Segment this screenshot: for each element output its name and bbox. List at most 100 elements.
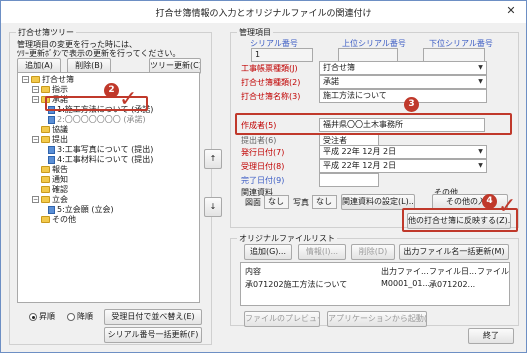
- folder-icon: [41, 216, 50, 223]
- table-row[interactable]: 承071202施工方法について M0001_01... 承071202...: [241, 277, 509, 289]
- close-button[interactable]: 終了: [468, 328, 514, 344]
- file-delete-button[interactable]: 削除(D): [351, 244, 395, 260]
- related-photo-value: なし: [312, 195, 337, 209]
- collapse-icon[interactable]: −: [32, 196, 39, 203]
- file-add-button[interactable]: 追加(G)...: [244, 244, 292, 260]
- original-files-heading: オリジナルファイルリスト: [237, 233, 337, 244]
- collapse-icon[interactable]: −: [22, 76, 29, 83]
- tree-node-shiji[interactable]: − 指示: [32, 85, 68, 95]
- folder-icon: [41, 126, 50, 133]
- col-header-content[interactable]: 内容: [245, 266, 261, 277]
- meeting-kind-select[interactable]: 承諾 ▼: [319, 75, 487, 89]
- col-header-output[interactable]: 出力ファイ...: [381, 266, 429, 277]
- sort-desc-option[interactable]: 降順: [67, 311, 93, 322]
- tree-node-doc-2[interactable]: 2:〇〇〇〇〇〇〇 (承諾): [48, 115, 146, 125]
- issue-date-label: 発行日付(7): [241, 148, 285, 157]
- tree-node-label: 報告: [52, 165, 68, 174]
- collapse-icon[interactable]: −: [32, 136, 39, 143]
- sort-by-date-button[interactable]: 受理日付で並べ替え(E): [104, 309, 202, 325]
- radio-checked-icon[interactable]: [29, 312, 37, 321]
- tree-node-label: 2:〇〇〇〇〇〇〇 (承諾): [57, 115, 146, 124]
- form-type-select[interactable]: 打合せ簿 ▼: [319, 61, 487, 75]
- folder-icon: [41, 196, 50, 203]
- document-icon: [48, 205, 55, 214]
- receipt-date-label: 受理日付(8): [241, 162, 285, 171]
- tree-node-label: 確認: [52, 185, 68, 194]
- meeting-kind-value: 承諾: [323, 77, 339, 86]
- folder-icon: [31, 76, 40, 83]
- related-drawing-label: 図面: [245, 198, 261, 207]
- tree-node-tachiai[interactable]: − 立会: [32, 195, 68, 205]
- callout-3-badge: 3: [404, 97, 419, 112]
- launch-app-button[interactable]: アプリケーションから起動(O): [327, 311, 427, 327]
- folder-icon: [41, 176, 50, 183]
- tree-node-label: 立会: [52, 195, 68, 204]
- document-icon: [48, 145, 55, 154]
- calendar-dropdown-icon[interactable]: ▼: [476, 147, 485, 157]
- title-bar: 打合せ簿情報の入力とオリジナルファイルの関連付け ✕: [1, 1, 526, 23]
- tree-node-label: 通知: [52, 175, 68, 184]
- callout-3-highlight: [235, 113, 512, 135]
- cell-content: 承071202施工方法について: [245, 280, 348, 289]
- tree-node-label: 協議: [52, 125, 68, 134]
- receipt-date-value: 平成 22年 12月 2日: [323, 161, 397, 170]
- folder-icon: [41, 136, 50, 143]
- chevron-down-icon[interactable]: ▼: [476, 77, 485, 87]
- receipt-date-field[interactable]: 平成 22年 12月 2日 ▼: [319, 159, 487, 173]
- related-drawing-value: なし: [264, 195, 289, 209]
- tree-node-label: その他: [52, 215, 76, 224]
- checkmark-icon: ✓: [498, 194, 517, 219]
- complete-date-label: 完了日付(9): [241, 176, 285, 185]
- tree-node-label: 3:工事写真について (提出): [57, 145, 154, 154]
- tree-node-label: 打合せ簿: [42, 75, 74, 84]
- tree-node-label: 5:立会願 (立会): [57, 205, 114, 214]
- meeting-kind-label: 打合せ簿種類(2): [241, 78, 301, 87]
- chevron-down-icon[interactable]: ▼: [476, 63, 485, 73]
- callout-2-badge: 2: [104, 83, 119, 98]
- callout-4-badge: 4: [482, 194, 497, 209]
- window-title: 打合せ簿情報の入力とオリジナルファイルの関連付け: [155, 9, 372, 19]
- folder-icon: [41, 166, 50, 173]
- checkmark-icon: ✓: [119, 87, 138, 112]
- related-photo-label: 写真: [293, 198, 309, 207]
- tree-node-doc-3[interactable]: 3:工事写真について (提出): [48, 145, 153, 155]
- meeting-name-label: 打合せ簿名称(3): [241, 92, 301, 101]
- col-header-file[interactable]: ファイル...: [477, 266, 509, 277]
- rename-all-button[interactable]: 出力ファイル名一括更新(M): [399, 244, 509, 260]
- tree-node-tsuuchi[interactable]: 通知: [32, 175, 68, 185]
- tree-node-kakunin[interactable]: 確認: [32, 185, 68, 195]
- sort-asc-label: 昇順: [39, 312, 55, 321]
- document-icon: [48, 155, 55, 164]
- mgmt-heading: 管理項目: [237, 27, 273, 38]
- move-down-button[interactable]: ↓: [204, 197, 222, 217]
- meeting-name-field[interactable]: 施工方法について: [319, 89, 487, 103]
- col-header-filedate[interactable]: ファイル日...: [429, 266, 477, 277]
- sort-asc-option[interactable]: 昇順: [29, 311, 55, 322]
- sort-desc-label: 降順: [77, 312, 93, 321]
- tree-node-root[interactable]: − 打合せ簿: [22, 75, 74, 85]
- collapse-icon[interactable]: −: [32, 86, 39, 93]
- calendar-dropdown-icon[interactable]: ▼: [476, 161, 485, 171]
- tree-node-label: 提出: [52, 135, 68, 144]
- radio-unchecked-icon[interactable]: [67, 312, 75, 321]
- collapse-icon[interactable]: −: [32, 96, 39, 103]
- file-preview-button[interactable]: ファイルのプレビュー(K)...: [244, 311, 320, 327]
- tree-node-teishutsu[interactable]: − 提出: [32, 135, 68, 145]
- form-type-value: 打合せ簿: [323, 63, 355, 72]
- tree-node-kyougi[interactable]: 協議: [32, 125, 68, 135]
- serial-field: 1: [251, 48, 313, 62]
- file-info-button[interactable]: 情報(I)...: [298, 244, 346, 260]
- upper-serial-field: [338, 48, 398, 62]
- move-up-button[interactable]: ↑: [204, 149, 222, 169]
- complete-date-field[interactable]: [319, 173, 379, 187]
- tree-node-sonota[interactable]: その他: [32, 215, 76, 225]
- close-icon[interactable]: ✕: [504, 4, 518, 18]
- tree-node-doc-5[interactable]: 5:立会願 (立会): [48, 205, 114, 215]
- issue-date-field[interactable]: 平成 22年 12月 2日 ▼: [319, 145, 487, 159]
- folder-icon: [41, 86, 50, 93]
- serial-refresh-button[interactable]: シリアル番号一括更新(F): [104, 327, 202, 343]
- lower-serial-field: [423, 48, 485, 62]
- tree-node-doc-4[interactable]: 4:工事材料について (提出): [48, 155, 153, 165]
- tree-node-houkoku[interactable]: 報告: [32, 165, 68, 175]
- original-files-list[interactable]: 内容 出力ファイ... ファイル日... ファイル... 承071202施工方法…: [240, 262, 510, 306]
